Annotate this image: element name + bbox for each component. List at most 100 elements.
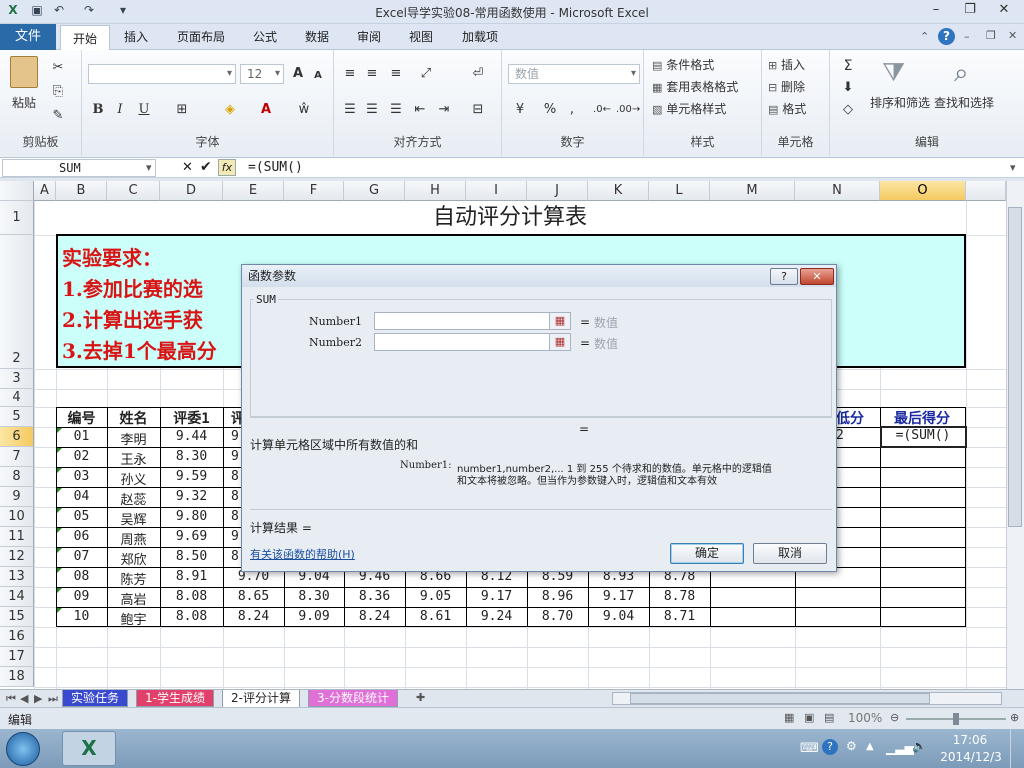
clear-icon[interactable]: ◇ [838, 100, 858, 120]
cell-j1[interactable]: 8.08 [160, 609, 223, 624]
font-name-combo[interactable] [88, 64, 236, 84]
cell-j1[interactable]: 9.69 [160, 529, 223, 544]
excel-taskbar-icon[interactable]: X [62, 731, 116, 766]
expand-formula-icon[interactable]: ▾ [1010, 162, 1016, 173]
zoom-out-icon[interactable]: ⊖ [890, 712, 899, 723]
cell-j[interactable]: 8.70 [527, 609, 588, 624]
collapse-dialog-icon[interactable]: ▦ [549, 333, 571, 351]
currency-icon[interactable]: ¥ [510, 100, 530, 120]
vertical-scroll-thumb[interactable] [1008, 207, 1022, 527]
cell-styles-button[interactable]: ▧ 单元格样式 [652, 100, 726, 117]
paste-button[interactable]: 粘贴 [12, 94, 36, 111]
dialog-close-icon[interactable]: ✕ [800, 268, 834, 285]
doc-restore-icon[interactable]: ❐ [986, 30, 996, 41]
find-select-icon[interactable]: ⌕ [954, 58, 969, 89]
row-header-2[interactable]: 2 [0, 235, 34, 369]
keyboard-icon[interactable]: ⌨ [800, 741, 819, 756]
collapse-dialog-icon[interactable]: ▦ [549, 312, 571, 330]
format-cells-button[interactable]: ▤ 格式 [768, 100, 806, 117]
sheet-tab-tasks[interactable]: 实验任务 [62, 690, 129, 707]
cancel-formula-icon[interactable]: ✕ [182, 160, 193, 175]
column-header-e[interactable]: E [223, 181, 284, 201]
cell-name[interactable]: 赵蕊 [107, 489, 160, 508]
row-header-7[interactable]: 7 [0, 447, 34, 467]
enter-formula-icon[interactable]: ✔ [200, 159, 212, 175]
row-header-17[interactable]: 17 [0, 647, 34, 667]
doc-minimize-icon[interactable]: – [964, 31, 970, 42]
cell-name[interactable]: 吴辉 [107, 509, 160, 528]
font-color-icon[interactable]: A [256, 100, 276, 120]
align-middle-icon[interactable]: ≡ [362, 64, 382, 84]
autosum-button[interactable]: Σ [838, 56, 858, 76]
cell-l[interactable]: 8.78 [649, 589, 710, 604]
cell-k[interactable]: 9.17 [588, 589, 649, 604]
zoom-slider-thumb[interactable] [953, 713, 959, 725]
cell-id[interactable]: 06 [56, 529, 107, 544]
cancel-button[interactable]: 取消 [753, 543, 827, 564]
row-header-10[interactable]: 10 [0, 507, 34, 527]
doc-close-icon[interactable]: ✕ [1008, 30, 1017, 41]
volume-icon[interactable]: 🔈 [912, 739, 927, 753]
cell-f[interactable]: 8.30 [284, 589, 344, 604]
cell-id[interactable]: 03 [56, 469, 107, 484]
bold-button[interactable]: B [88, 100, 108, 120]
close-icon[interactable]: ✕ [990, 2, 1018, 21]
page-layout-view-icon[interactable]: ▣ [804, 712, 814, 723]
cell-i[interactable]: 9.24 [466, 609, 527, 624]
font-size-combo[interactable]: 12 [240, 64, 284, 84]
cell-name[interactable]: 王永 [107, 449, 160, 468]
row-header-11[interactable]: 11 [0, 527, 34, 547]
cell-id[interactable]: 02 [56, 449, 107, 464]
tab-review[interactable]: 审阅 [348, 24, 390, 50]
cell-g[interactable]: 8.36 [344, 589, 405, 604]
function-help-link[interactable]: 有关该函数的帮助(H) [250, 546, 355, 562]
tab-page-layout[interactable]: 页面布局 [170, 24, 232, 50]
header-id[interactable]: 编号 [56, 408, 107, 428]
column-header-f[interactable]: F [284, 181, 344, 201]
cell-j[interactable]: 8.96 [527, 589, 588, 604]
italic-button[interactable]: I [110, 100, 130, 120]
column-header-m[interactable]: M [710, 181, 795, 201]
start-button-icon[interactable] [6, 732, 40, 766]
column-header-i[interactable]: I [466, 181, 527, 201]
wrap-text-icon[interactable]: ⏎ [468, 64, 488, 84]
borders-icon[interactable]: ⊞ [172, 100, 192, 120]
column-header-a[interactable]: A [34, 181, 56, 201]
align-left-icon[interactable]: ☰ [340, 100, 360, 120]
increase-decimal-icon[interactable]: .0← [592, 100, 612, 120]
row-header-9[interactable]: 9 [0, 487, 34, 507]
decrease-decimal-icon[interactable]: .00→ [616, 100, 640, 120]
help-icon[interactable]: ? [938, 28, 955, 45]
sort-filter-icon[interactable]: ⧩ [882, 58, 905, 89]
cell-h[interactable]: 8.61 [405, 609, 466, 624]
cell-l[interactable]: 8.71 [649, 609, 710, 624]
cut-icon[interactable]: ✂ [48, 58, 68, 78]
prev-sheet-icon[interactable]: ◀ [20, 693, 28, 704]
tab-view[interactable]: 视图 [400, 24, 442, 50]
row-header-15[interactable]: 15 [0, 607, 34, 627]
column-header-d[interactable]: D [160, 181, 223, 201]
zoom-level[interactable]: 100% [848, 711, 882, 725]
align-right-icon[interactable]: ☰ [386, 100, 406, 120]
paste-icon[interactable] [10, 56, 38, 88]
tab-home[interactable]: 开始 [60, 25, 110, 51]
underline-button[interactable]: U [134, 100, 154, 120]
header-judge2-partial[interactable]: 评 [223, 408, 245, 428]
cell-id[interactable]: 04 [56, 489, 107, 504]
decrease-indent-icon[interactable]: ⇤ [410, 100, 430, 120]
header-lowest-partial[interactable]: 低分 [836, 408, 876, 428]
header-judge1[interactable]: 评委1 [160, 408, 223, 428]
tab-file[interactable]: 文件 [0, 24, 56, 50]
number2-input[interactable] [374, 333, 550, 351]
sort-filter-button[interactable]: 排序和筛选 [870, 94, 930, 111]
grow-font-button[interactable]: A [288, 64, 308, 84]
network-icon[interactable]: ▁▃▅ [886, 741, 914, 755]
column-header-g[interactable]: G [344, 181, 405, 201]
format-as-table-button[interactable]: ▦ 套用表格格式 [652, 78, 738, 95]
cell-j1[interactable]: 9.59 [160, 469, 223, 484]
cell-name[interactable]: 郑欣 [107, 549, 160, 568]
align-center-icon[interactable]: ☰ [362, 100, 382, 120]
collapse-ribbon-icon[interactable]: ⌃ [920, 31, 929, 42]
sheet-tab-scoring[interactable]: 2-评分计算 [222, 690, 300, 708]
cell-j1[interactable]: 9.80 [160, 509, 223, 524]
